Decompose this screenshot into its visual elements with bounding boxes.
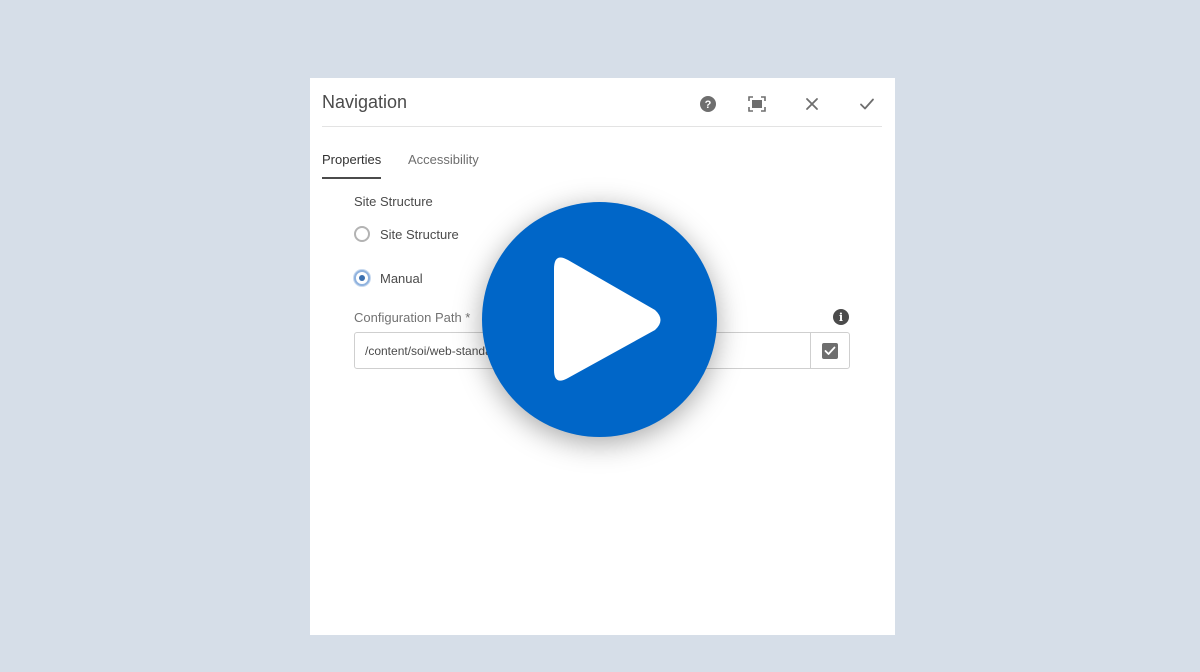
help-icon: ? [700, 96, 716, 112]
checkbox-icon [822, 342, 838, 359]
radio-label: Site Structure [380, 226, 459, 242]
radio-button[interactable] [354, 226, 370, 242]
close-icon [806, 98, 818, 110]
tab-accessibility[interactable]: Accessibility [408, 152, 479, 177]
svg-text:?: ? [705, 99, 712, 111]
info-icon[interactable]: i [833, 309, 849, 325]
radio-manual[interactable]: Manual [354, 270, 423, 286]
dialog-title: Navigation [322, 92, 408, 112]
tab-properties[interactable]: Properties [322, 152, 382, 179]
configuration-path-label: Configuration Path * [354, 310, 471, 325]
done-icon [860, 98, 874, 110]
done-button[interactable] [855, 92, 879, 116]
radio-button[interactable] [354, 270, 370, 286]
close-button[interactable] [800, 92, 824, 116]
play-icon [554, 257, 661, 381]
path-browse-button[interactable] [810, 333, 849, 368]
dialog-header: Navigation ? [322, 78, 882, 127]
site-structure-label: Site Structure [354, 194, 433, 209]
fullscreen-icon [748, 96, 766, 112]
video-play-button[interactable] [482, 202, 717, 437]
radio-label: Manual [380, 270, 423, 286]
help-button[interactable]: ? [696, 92, 720, 116]
radio-site-structure[interactable]: Site Structure [354, 226, 459, 242]
fullscreen-button[interactable] [745, 92, 769, 116]
